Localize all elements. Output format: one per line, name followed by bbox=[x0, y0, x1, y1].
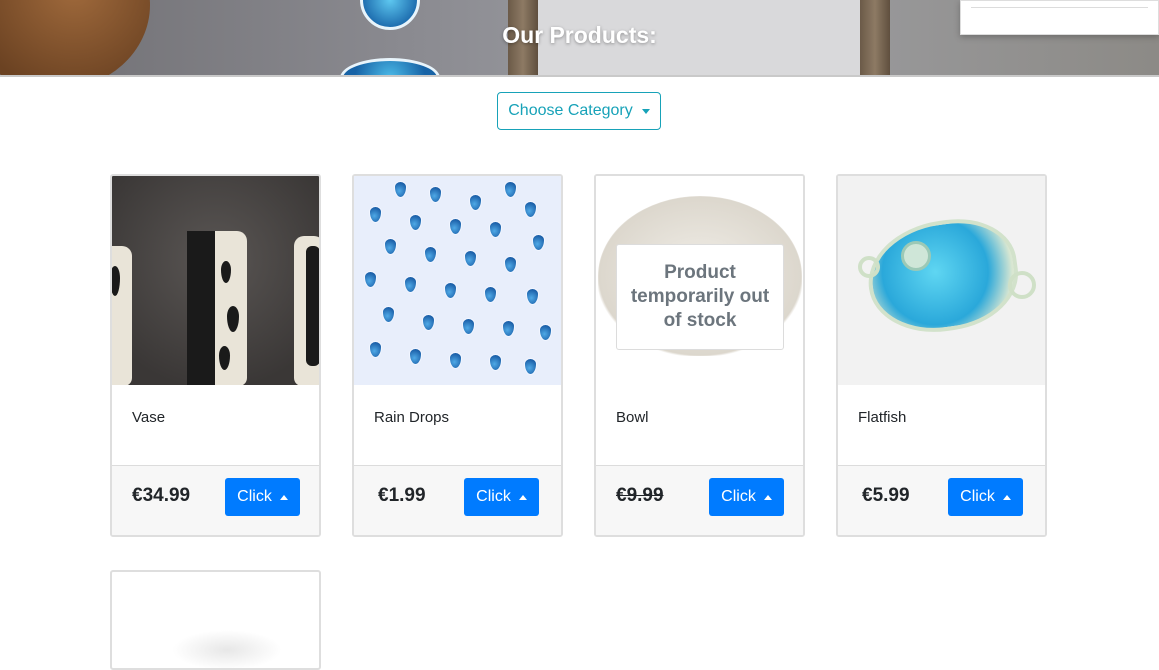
fish-tail bbox=[1008, 271, 1036, 299]
vase-spot bbox=[219, 346, 230, 370]
product-price: €5.99 bbox=[862, 485, 910, 506]
drop-shape bbox=[404, 276, 417, 293]
vase-shape bbox=[112, 246, 132, 385]
drop-shape bbox=[532, 234, 545, 251]
product-name: Bowl bbox=[616, 409, 649, 426]
drop-shape bbox=[524, 201, 537, 218]
fish-fin bbox=[858, 256, 880, 278]
click-label: Click bbox=[237, 488, 272, 505]
rain-drops-photo bbox=[354, 176, 561, 385]
product-card-partial bbox=[110, 570, 321, 670]
drop-shape bbox=[484, 286, 497, 303]
product-name: Rain Drops bbox=[374, 409, 450, 426]
click-dropup-button[interactable]: Click bbox=[948, 478, 1023, 516]
vase-spot bbox=[187, 231, 215, 385]
click-dropup-button[interactable]: Click bbox=[709, 478, 784, 516]
drop-shape bbox=[524, 358, 537, 375]
drop-shape bbox=[382, 306, 395, 323]
fish-body bbox=[861, 211, 1025, 341]
click-dropup-button[interactable]: Click bbox=[225, 478, 300, 516]
drop-shape bbox=[429, 186, 442, 203]
vase-spot bbox=[306, 246, 319, 366]
drop-shape bbox=[424, 246, 437, 263]
caret-up-icon bbox=[518, 494, 527, 500]
product-card-flatfish: Flatfish €5.99 Click bbox=[836, 174, 1047, 537]
caret-down-icon bbox=[641, 108, 650, 114]
drop-shape bbox=[422, 314, 435, 331]
drop-shape bbox=[409, 214, 422, 231]
drop-shape bbox=[504, 181, 517, 198]
drop-shape bbox=[369, 341, 382, 358]
out-of-stock-notice: Product temporarily out of stock bbox=[616, 244, 784, 350]
caret-up-icon bbox=[279, 494, 288, 500]
product-price: €34.99 bbox=[132, 485, 191, 506]
drop-shape bbox=[409, 348, 422, 365]
product-card-rain-drops: Rain Drops €1.99 Click bbox=[352, 174, 563, 537]
product-name: Flatfish bbox=[858, 409, 907, 426]
drop-shape bbox=[469, 194, 482, 211]
drop-shape bbox=[364, 271, 377, 288]
choose-category-label: Choose Category bbox=[508, 102, 633, 119]
click-label: Click bbox=[476, 488, 511, 505]
product-image-rain-drops[interactable] bbox=[354, 176, 561, 385]
choose-category-dropdown[interactable]: Choose Category bbox=[497, 92, 661, 130]
drop-shape bbox=[502, 320, 515, 337]
vase-photo bbox=[112, 176, 319, 385]
card-footer: €9.99 Click bbox=[596, 465, 803, 535]
card-footer: €1.99 Click bbox=[354, 465, 561, 535]
product-image-vase[interactable] bbox=[112, 176, 319, 385]
product-image-bowl[interactable]: Product temporarily out of stock bbox=[596, 176, 803, 385]
drop-shape bbox=[449, 352, 462, 369]
drop-shape bbox=[464, 250, 477, 267]
click-dropup-button[interactable]: Click bbox=[464, 478, 539, 516]
flatfish-photo bbox=[838, 176, 1045, 385]
banner-ceramic-heart bbox=[340, 58, 440, 75]
drop-shape bbox=[384, 238, 397, 255]
drop-shape bbox=[489, 354, 502, 371]
drop-shape bbox=[462, 318, 475, 335]
vase-shape bbox=[294, 236, 319, 385]
vase-spot bbox=[112, 266, 120, 296]
drop-shape bbox=[394, 181, 407, 198]
click-label: Click bbox=[960, 488, 995, 505]
dropdown-popup bbox=[960, 0, 1159, 35]
drop-shape bbox=[526, 288, 539, 305]
vase-spot bbox=[227, 306, 239, 332]
drop-shape bbox=[489, 221, 502, 238]
drop-shape bbox=[444, 282, 457, 299]
drop-shape bbox=[504, 256, 517, 273]
product-price: €1.99 bbox=[378, 485, 426, 506]
caret-up-icon bbox=[763, 494, 772, 500]
caret-up-icon bbox=[1002, 494, 1011, 500]
click-label: Click bbox=[721, 488, 756, 505]
product-card-vase: Vase €34.99 Click bbox=[110, 174, 321, 537]
hero-banner: Our Products: bbox=[0, 0, 1159, 77]
product-image-flatfish[interactable] bbox=[838, 176, 1045, 385]
product-image-partial[interactable] bbox=[172, 630, 282, 668]
bowl-photo: Product temporarily out of stock bbox=[596, 176, 803, 385]
card-footer: €5.99 Click bbox=[838, 465, 1045, 535]
vase-shape bbox=[187, 231, 247, 385]
card-footer: €34.99 Click bbox=[112, 465, 319, 535]
product-name: Vase bbox=[132, 409, 166, 426]
popup-divider bbox=[971, 7, 1148, 8]
drop-shape bbox=[449, 218, 462, 235]
fish-eye bbox=[901, 241, 931, 271]
product-price: €9.99 bbox=[616, 485, 664, 506]
drop-shape bbox=[369, 206, 382, 223]
product-card-bowl: Product temporarily out of stock Bowl €9… bbox=[594, 174, 805, 537]
vase-spot bbox=[221, 261, 231, 283]
drop-shape bbox=[539, 324, 552, 341]
